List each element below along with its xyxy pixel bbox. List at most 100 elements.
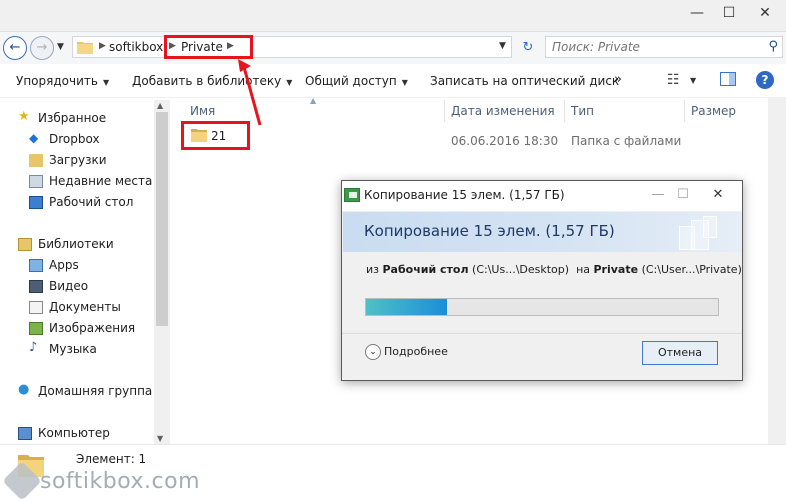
- nav-computer-label: Компьютер: [38, 426, 110, 440]
- destination-name: Private: [593, 263, 639, 276]
- scrollbar-thumb[interactable]: [156, 112, 168, 326]
- dialog-maximize-button[interactable]: ☐: [671, 185, 695, 205]
- recent-locations-dropdown[interactable]: ▼: [57, 42, 64, 52]
- nav-music-label: Музыка: [49, 342, 97, 356]
- share-button[interactable]: Общий доступ ▼: [305, 74, 408, 88]
- dialog-divider: [342, 333, 742, 334]
- copy-icon: [344, 188, 360, 202]
- documents-icon: [29, 301, 43, 314]
- star-icon: ★: [18, 109, 30, 124]
- column-header-size[interactable]: Размер: [691, 104, 736, 118]
- nav-favorites-label: Избранное: [38, 111, 107, 125]
- sort-ascending-icon: ▲: [310, 96, 317, 105]
- maximize-button[interactable]: ☐: [714, 0, 744, 26]
- nav-apps-label: Apps: [49, 258, 79, 272]
- more-details-label: Подробнее: [384, 345, 448, 358]
- nav-desktop-label: Рабочий стол: [49, 195, 134, 209]
- chevron-down-icon: ▼: [102, 78, 110, 87]
- share-label: Общий доступ: [305, 74, 397, 88]
- column-header-type[interactable]: Тип: [571, 104, 594, 118]
- to-word: на: [576, 263, 590, 276]
- apps-icon: [29, 259, 43, 272]
- column-divider[interactable]: [684, 100, 685, 122]
- cancel-button[interactable]: Отмена: [642, 341, 718, 365]
- status-item-count: Элемент: 1: [76, 452, 147, 466]
- copy-progress-bar: [365, 298, 719, 316]
- annotation-arrow-icon: [238, 59, 262, 126]
- folder-icon: [77, 42, 93, 54]
- nav-homegroup-label: Домашняя группа: [38, 384, 153, 398]
- from-word: из: [366, 263, 379, 276]
- window-title-bar: — ☐ ✕: [0, 0, 786, 32]
- command-bar: Упорядочить ▼ Добавить в библиотеку ▼ Общи…: [0, 64, 786, 98]
- organize-button[interactable]: Упорядочить ▼: [16, 74, 109, 88]
- pictures-icon: [29, 322, 43, 335]
- breadcrumb-separator[interactable]: ▶: [99, 41, 106, 51]
- nav-video-label: Видео: [49, 279, 89, 293]
- video-icon: [29, 280, 43, 293]
- refresh-icon[interactable]: ↻: [518, 38, 538, 58]
- file-type: Папка с файлами: [571, 134, 682, 148]
- more-details-toggle[interactable]: ⌄ Подробнее: [365, 344, 448, 360]
- homegroup-icon: ●: [18, 382, 30, 397]
- glass-decoration-icon: [679, 216, 719, 250]
- dropbox-icon: ◆: [29, 131, 39, 145]
- back-button[interactable]: ←: [3, 36, 27, 60]
- nav-pane-scrollbar[interactable]: ▲ ▼: [154, 100, 170, 444]
- libraries-icon: [18, 238, 32, 251]
- search-box[interactable]: ⚲: [545, 36, 783, 58]
- column-header-name[interactable]: Имя: [190, 104, 215, 118]
- nav-documents-label: Документы: [49, 300, 121, 314]
- burn-label: Записать на оптический диск: [430, 74, 620, 88]
- forward-button[interactable]: →: [30, 36, 54, 60]
- navigation-pane: ★ Избранное ◆ Dropbox Загрузки Недавние …: [0, 98, 172, 444]
- nav-pictures-label: Изображения: [49, 321, 136, 335]
- address-dropdown-icon[interactable]: ▼: [499, 41, 506, 51]
- music-icon: ♪: [29, 340, 38, 355]
- destination-path: (C:\User...\Private): [641, 263, 742, 276]
- help-icon[interactable]: ?: [756, 71, 774, 89]
- source-name: Рабочий стол: [382, 263, 469, 276]
- file-list-scrollbar[interactable]: [768, 98, 786, 444]
- progress-fill: [366, 299, 447, 315]
- chevron-down-icon: ▼: [401, 78, 408, 87]
- minimize-button[interactable]: —: [682, 0, 712, 26]
- dialog-title: Копирование 15 элем. (1,57 ГБ): [364, 188, 565, 202]
- nav-recent-label: Недавние места: [49, 174, 153, 188]
- downloads-folder-icon: [29, 154, 43, 167]
- dialog-title-bar: Копирование 15 элем. (1,57 ГБ) — ☐ ✕: [342, 181, 742, 211]
- dialog-close-button[interactable]: ✕: [706, 185, 730, 205]
- dialog-header-text: Копирование 15 элем. (1,57 ГБ): [364, 222, 615, 240]
- nav-dropbox-label: Dropbox: [49, 132, 100, 146]
- status-bar: Элемент: 1 softikbox.com: [0, 444, 786, 502]
- nav-libraries-label: Библиотеки: [38, 237, 114, 251]
- more-commands-button[interactable]: »: [614, 72, 622, 87]
- burn-button[interactable]: Записать на оптический диск: [430, 74, 619, 88]
- column-divider[interactable]: [564, 100, 565, 122]
- column-divider[interactable]: [444, 100, 445, 122]
- copy-route: из Рабочий стол (C:\Us...\Desktop) на Pr…: [366, 263, 742, 276]
- search-icon[interactable]: ⚲: [768, 39, 778, 54]
- chevron-down-icon: ▼: [286, 78, 293, 87]
- search-input[interactable]: [552, 39, 762, 55]
- scroll-up-icon[interactable]: ▲: [157, 101, 163, 110]
- column-header-date[interactable]: Дата изменения: [451, 104, 555, 118]
- desktop-icon: [29, 196, 43, 209]
- dialog-minimize-button[interactable]: —: [646, 185, 670, 205]
- nav-downloads-label: Загрузки: [49, 153, 107, 167]
- copy-dialog: Копирование 15 элем. (1,57 ГБ) — ☐ ✕ Коп…: [341, 180, 743, 381]
- address-bar[interactable]: ▶ softikbox ▶ Private ▶ ▼: [72, 36, 512, 58]
- chevron-down-icon[interactable]: ⌄: [365, 344, 381, 360]
- recent-places-icon: [29, 175, 43, 188]
- view-dropdown-icon[interactable]: ▼: [690, 76, 696, 85]
- close-button[interactable]: ✕: [750, 0, 780, 26]
- dialog-header: Копирование 15 элем. (1,57 ГБ): [343, 212, 741, 252]
- breadcrumb-softikbox[interactable]: softikbox: [109, 40, 163, 54]
- preview-pane-icon[interactable]: [720, 72, 736, 86]
- computer-icon: [18, 427, 32, 440]
- view-options-icon[interactable]: ☷: [667, 72, 680, 88]
- organize-label: Упорядочить: [16, 74, 98, 88]
- watermark-text: softikbox.com: [40, 469, 201, 494]
- scroll-down-icon[interactable]: ▼: [157, 434, 163, 443]
- file-date: 06.06.2016 18:30: [451, 134, 559, 148]
